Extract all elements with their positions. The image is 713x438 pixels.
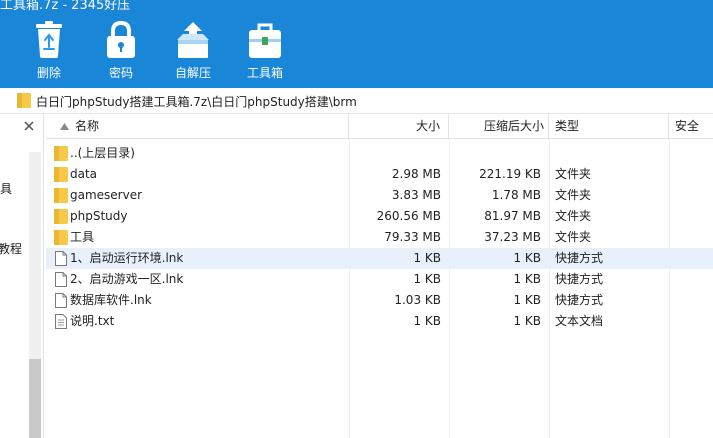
- password-button[interactable]: 密码: [89, 20, 153, 86]
- file-size: 2.98 MB: [391, 167, 441, 181]
- file-name: gameserver: [70, 188, 143, 202]
- file-size: 79.33 MB: [384, 230, 441, 244]
- file-name: 1、启动运行环境.lnk: [70, 251, 184, 265]
- file-packed-size: 221.19 KB: [479, 167, 541, 181]
- delete-label: 删除: [36, 66, 61, 80]
- column-type[interactable]: 类型: [549, 114, 669, 139]
- table-row[interactable]: data 2.98 MB 221.19 KB 文件夹: [46, 164, 713, 185]
- file-icon: [55, 272, 67, 287]
- file-packed-size: 37.23 MB: [484, 230, 541, 244]
- self-extract-label: 自解压: [174, 66, 211, 80]
- file-list: 名称 大小 压缩后大小 类型 安全 ..(上层目录) data 2.98 MB 221…: [46, 114, 713, 438]
- path-text: 白日门phpStudy搭建工具箱.7z\白日门phpStudy搭建\brm: [36, 95, 357, 109]
- toolbar: 工具箱.7z - 2345好压 删除 密码 自解压 工具箱: [0, 0, 713, 88]
- file-name: 说明.txt: [70, 314, 115, 328]
- folder-icon: [54, 209, 68, 224]
- file-type: 快捷方式: [555, 251, 604, 265]
- folder-icon: [17, 93, 31, 108]
- left-pane: 具 教程: [0, 114, 44, 438]
- file-type: 文件夹: [555, 167, 592, 181]
- file-size: [349, 143, 441, 164]
- toolbox-button[interactable]: 工具箱: [233, 20, 297, 86]
- table-row[interactable]: phpStudy 260.56 MB 81.97 MB 文件夹: [46, 206, 713, 227]
- recycle-bin-icon: [36, 21, 62, 58]
- file-type: 文件夹: [555, 209, 592, 223]
- file-type: 文件夹: [555, 188, 592, 202]
- folder-icon: [54, 146, 68, 161]
- password-label: 密码: [108, 66, 133, 80]
- file-name: 数据库软件.lnk: [70, 293, 152, 307]
- lock-icon: [107, 20, 135, 58]
- file-icon: [55, 251, 67, 266]
- table-row[interactable]: 工具 79.33 MB 37.23 MB 文件夹: [46, 227, 713, 248]
- column-packed-size[interactable]: 压缩后大小: [449, 114, 549, 139]
- file-type: 快捷方式: [555, 293, 604, 307]
- file-size: 1 KB: [413, 314, 441, 328]
- file-icon: [55, 293, 67, 308]
- file-size: 1 KB: [413, 272, 441, 286]
- left-pane-item[interactable]: 具: [0, 180, 12, 197]
- file-size: 260.56 MB: [376, 209, 441, 223]
- file-name: 2、启动游戏一区.lnk: [70, 272, 184, 286]
- folder-icon: [54, 167, 68, 182]
- table-row[interactable]: 说明.txt 1 KB 1 KB 文本文档: [46, 311, 713, 332]
- file-size: 1.03 KB: [394, 293, 441, 307]
- file-packed-size: [449, 143, 541, 164]
- table-row[interactable]: 2、启动游戏一区.lnk 1 KB 1 KB 快捷方式: [46, 269, 713, 290]
- file-name: ..(上层目录): [70, 146, 135, 160]
- toolbox-icon: [249, 23, 281, 58]
- window-title: 工具箱.7z - 2345好压: [0, 0, 131, 13]
- file-packed-size: 1.78 MB: [491, 188, 541, 202]
- left-pane-item[interactable]: 教程: [0, 240, 22, 257]
- file-name: data: [70, 167, 98, 181]
- self-extract-button[interactable]: 自解压: [161, 20, 225, 86]
- folder-icon: [54, 188, 68, 203]
- file-packed-size: 1 KB: [513, 251, 541, 265]
- toolbox-label: 工具箱: [246, 66, 283, 80]
- file-packed-size: 1 KB: [513, 272, 541, 286]
- file-packed-size: 81.97 MB: [484, 209, 541, 223]
- file-type: 文本文档: [555, 314, 604, 328]
- address-bar[interactable]: 白日门phpStudy搭建工具箱.7z\白日门phpStudy搭建\brm: [0, 88, 713, 114]
- table-header: 名称 大小 压缩后大小 类型 安全: [46, 114, 713, 139]
- table-row[interactable]: ..(上层目录): [46, 143, 713, 164]
- file-name: 工具: [70, 230, 95, 244]
- close-icon[interactable]: [22, 119, 36, 133]
- left-pane-scrollbar-thumb[interactable]: [29, 359, 41, 438]
- table-row[interactable]: 1、启动运行环境.lnk 1 KB 1 KB 快捷方式: [46, 248, 713, 269]
- text-file-icon: [55, 314, 67, 329]
- file-name: phpStudy: [70, 209, 128, 223]
- file-type: 快捷方式: [555, 272, 604, 286]
- file-type: 文件夹: [555, 230, 592, 244]
- table-row[interactable]: 数据库软件.lnk 1.03 KB 1 KB 快捷方式: [46, 290, 713, 311]
- column-name[interactable]: 名称: [46, 114, 349, 139]
- self-extract-box-icon: [177, 22, 209, 58]
- file-packed-size: 1 KB: [513, 293, 541, 307]
- table-row[interactable]: gameserver 3.83 MB 1.78 MB 文件夹: [46, 185, 713, 206]
- file-size: 3.83 MB: [391, 188, 441, 202]
- folder-icon: [54, 230, 68, 245]
- column-size[interactable]: 大小: [349, 114, 449, 139]
- column-security[interactable]: 安全: [669, 114, 713, 139]
- file-size: 1 KB: [413, 251, 441, 265]
- file-type: [555, 143, 665, 164]
- file-packed-size: 1 KB: [513, 314, 541, 328]
- delete-button[interactable]: 删除: [17, 20, 81, 86]
